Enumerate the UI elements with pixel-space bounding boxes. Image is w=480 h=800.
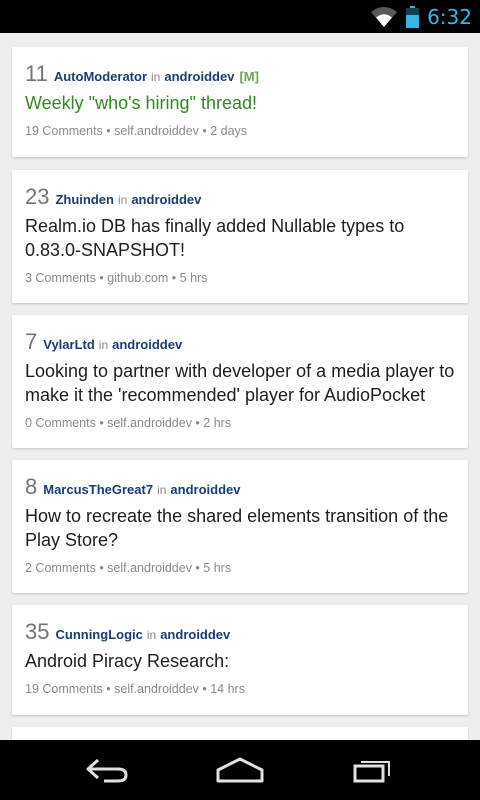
in-label: in [98, 338, 109, 352]
post-score: 23 [25, 184, 50, 209]
post-card[interactable]: 7 VylarLtd in androiddev Looking to part… [12, 315, 468, 448]
post-author[interactable]: VylarLtd [43, 337, 95, 352]
post-title[interactable]: Android Piracy Research: [25, 649, 455, 673]
post-author[interactable]: AutoModerator [54, 69, 147, 84]
post-title[interactable]: How to recreate the shared elements tran… [25, 504, 455, 552]
post-subreddit[interactable]: androiddev [112, 337, 182, 352]
status-clock: 6:32 [427, 4, 472, 29]
recents-button[interactable] [343, 750, 403, 790]
status-bar: 6:32 [0, 0, 480, 33]
back-icon [86, 758, 128, 783]
post-card[interactable]: 23 Zhuinden in androiddev Realm.io DB ha… [12, 170, 468, 303]
post-card[interactable]: 8 MarcusTheGreat7 in androiddev How to r… [12, 460, 468, 593]
post-feed[interactable]: 11 AutoModerator in androiddev [M] Weekl… [0, 33, 480, 740]
post-score: 35 [25, 619, 50, 644]
post-score: 11 [25, 61, 48, 86]
post-subreddit[interactable]: androiddev [170, 482, 240, 497]
post-subreddit[interactable]: androiddev [164, 69, 234, 84]
navigation-bar [0, 740, 480, 800]
post-title[interactable]: Looking to partner with developer of a m… [25, 359, 455, 407]
post-subreddit[interactable]: androiddev [160, 627, 230, 642]
wifi-icon [371, 6, 398, 27]
post-footer: 3 Comments • github.com • 5 hrs [25, 271, 208, 285]
post-footer: 19 Comments • self.androiddev • 14 hrs [25, 682, 245, 696]
post-meta: 11 AutoModerator in androiddev [M] [25, 61, 455, 87]
back-button[interactable] [77, 750, 137, 790]
home-button[interactable] [210, 750, 270, 790]
in-label: in [151, 70, 161, 84]
in-label: in [146, 628, 157, 642]
recents-icon [353, 761, 391, 783]
post-card[interactable]: 11 AutoModerator in androiddev [M] Weekl… [12, 47, 468, 157]
post-title[interactable]: Weekly "who's hiring" thread! [25, 91, 455, 115]
post-meta: 23 Zhuinden in androiddev [25, 184, 455, 210]
home-icon [216, 757, 264, 783]
post-footer: 19 Comments • self.androiddev • 2 days [25, 124, 248, 138]
moderator-tag: [M] [239, 69, 259, 84]
post-author[interactable]: MarcusTheGreat7 [43, 482, 153, 497]
in-label: in [117, 193, 128, 207]
post-score: 8 [25, 474, 38, 499]
battery-icon [406, 5, 420, 28]
post-card[interactable]: 35 CunningLogic in androiddev Android Pi… [12, 605, 468, 715]
post-meta: 35 CunningLogic in androiddev [25, 619, 455, 645]
post-meta: 7 VylarLtd in androiddev [25, 329, 455, 355]
post-subreddit[interactable]: androiddev [131, 192, 201, 207]
post-card[interactable] [12, 727, 468, 740]
post-author[interactable]: CunningLogic [55, 627, 142, 642]
post-title[interactable]: Realm.io DB has finally added Nullable t… [25, 214, 455, 262]
post-score: 7 [25, 329, 38, 354]
post-footer: 2 Comments • self.androiddev • 5 hrs [25, 561, 232, 575]
in-label: in [157, 483, 167, 497]
post-footer: 0 Comments • self.androiddev • 2 hrs [25, 416, 232, 430]
post-author[interactable]: Zhuinden [55, 192, 114, 207]
post-meta: 8 MarcusTheGreat7 in androiddev [25, 474, 455, 500]
